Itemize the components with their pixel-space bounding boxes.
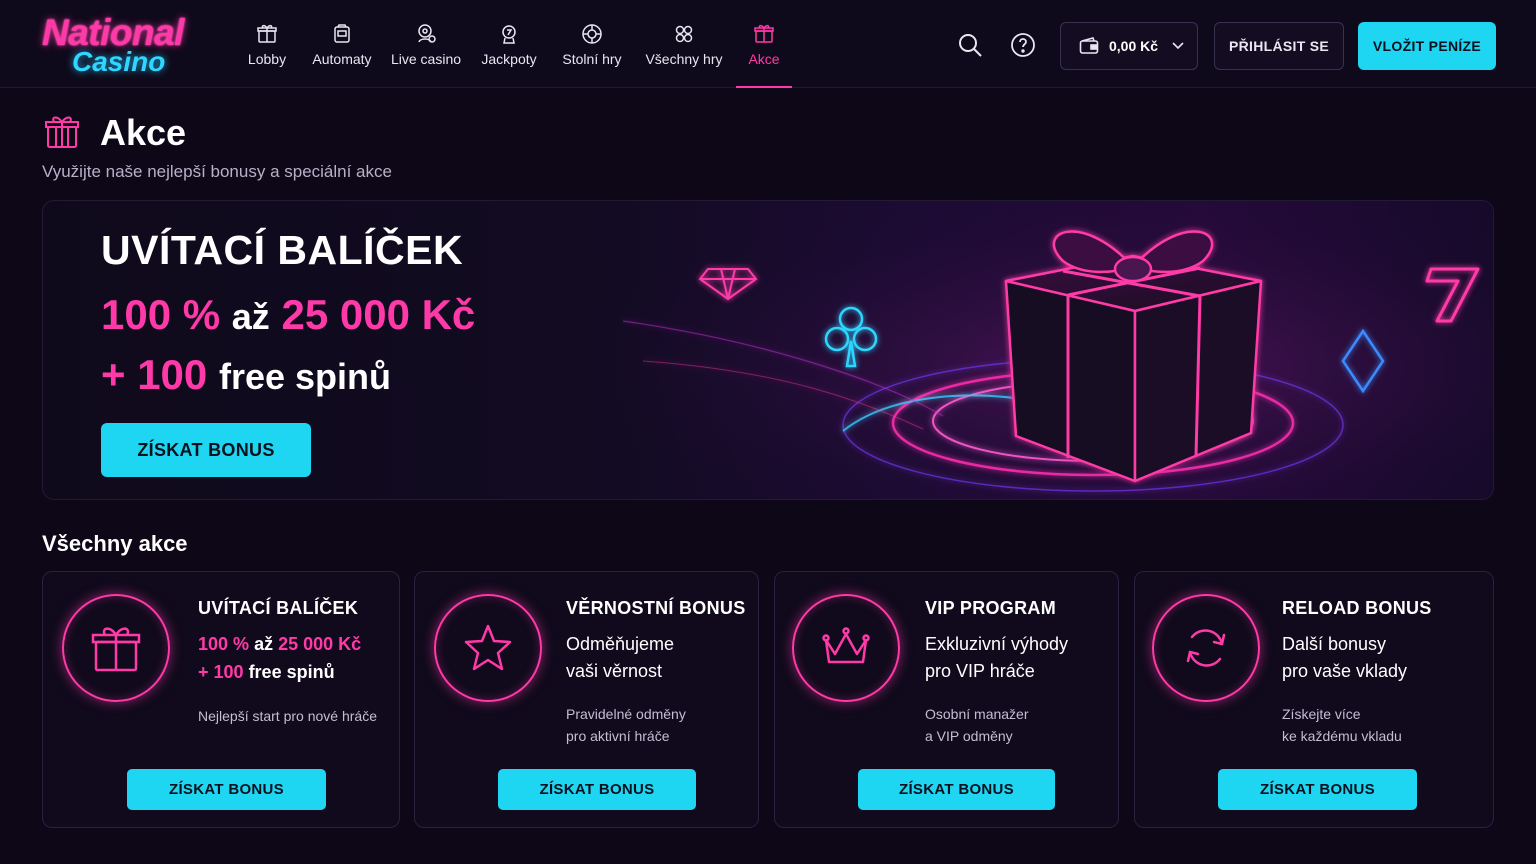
hero-heading: UVÍTACÍ BALÍČEK [101,227,464,273]
deposit-button[interactable]: VLOŽIT PENÍZE [1358,22,1496,70]
balance-value: 0,00 Kč [1109,38,1159,54]
card-offer-line-2: + 100 free spinů [198,662,335,683]
promo-card-reload: RELOAD BONUS Další bonusy pro vaše vklad… [1134,571,1494,828]
card-line-2: vaši věrnost [566,661,663,681]
card-description-1: Pravidelné odměny [566,706,686,722]
card-description-1: Nejlepší start pro nové hráče [198,708,377,724]
logo[interactable]: National Casino [40,12,200,77]
card-description-2: a VIP odměny [925,728,1013,744]
login-button[interactable]: PŘIHLÁSIT SE [1214,22,1344,70]
page-title: Akce [100,112,187,153]
hero-connector: až [231,296,270,337]
nav-label: Jackpoty [481,51,537,67]
crown-icon [822,627,870,664]
card-description-2: pro aktivní hráče [566,728,670,744]
nav-label: Lobby [247,51,287,67]
card-spins-count: + 100 [198,662,244,682]
logo-text-casino: Casino [72,46,166,77]
nav-label: Automaty [312,51,372,67]
hero-percent: 100 % [101,291,221,338]
card-title: RELOAD BONUS [1282,598,1432,618]
star-icon [464,624,512,671]
jackpot-icon [502,25,516,44]
card-icon-circle [1152,594,1260,702]
card-get-bonus-button[interactable]: ZÍSKAT BONUS [858,769,1055,810]
promo-card-welcome: UVÍTACÍ BALÍČEK 100 % až 25 000 Kč + 100… [42,571,400,828]
nav-item-vsechny-hry[interactable]: Všechny hry [632,0,736,88]
card-line-1: Exkluzivní výhody [925,634,1069,654]
search-icon[interactable] [957,32,983,58]
nav-label: Live casino [390,51,462,67]
card-title: VIP PROGRAM [925,598,1056,618]
card-get-bonus-button[interactable]: ZÍSKAT BONUS [498,769,696,810]
nav-item-lobby[interactable]: Lobby [236,0,298,88]
hero-get-bonus-button[interactable]: ZÍSKAT BONUS [101,423,311,477]
chip-icon [582,24,602,44]
gift-icon [91,627,141,672]
card-description-1: Osobní manažer [925,706,1029,722]
nav-label: Všechny hry [645,51,723,67]
nav-item-live-casino[interactable]: Live casino [386,0,466,88]
hero-spins-label: free spinů [218,356,391,397]
chevron-down-icon [1172,42,1184,50]
card-line-2: pro vaše vklady [1282,661,1408,681]
hero-amount: 25 000 Kč [281,291,476,338]
card-get-bonus-button[interactable]: ZÍSKAT BONUS [127,769,326,810]
gift-box-icon [257,24,277,43]
promo-card-vip: VIP PROGRAM Exkluzivní výhody pro VIP hr… [774,571,1119,828]
card-spins-label: free spinů [248,662,335,682]
page-subtitle: Využijte naše nejlepší bonusy a speciáln… [42,162,392,181]
card-offer-line-1: 100 % až 25 000 Kč [198,634,361,655]
hero-offer-line-2: + 100 free spinů [101,351,391,399]
hero-spins-count: + 100 [101,351,208,398]
card-title: VĚRNOSTNÍ BONUS [566,598,746,618]
card-icon-circle [62,594,170,702]
slot-machine-icon [334,24,350,43]
nav-item-automaty[interactable]: Automaty [298,0,386,88]
section-title: Všechny akce [42,531,188,556]
card-line-1: Odměňujeme [566,634,675,654]
wallet-icon [1079,37,1099,54]
card-line-1: Další bonusy [1282,634,1387,654]
hero-gift-illustration [563,201,1493,499]
top-header: National Casino Lobby Automaty Live casi… [0,0,1536,88]
promo-card-loyalty: VĚRNOSTNÍ BONUS Odměňujeme vaši věrnost … [414,571,759,828]
card-title: UVÍTACÍ BALÍČEK [198,598,359,618]
gift-icon [754,24,774,43]
card-connector: až [254,634,274,654]
card-amount: 25 000 Kč [278,634,362,654]
help-icon[interactable] [1010,32,1036,58]
card-description-1: Získejte více [1282,706,1361,722]
reload-icon [1186,629,1226,667]
nav-item-akce[interactable]: Akce [736,0,792,88]
grid-icon [675,25,693,43]
nav-item-stolni-hry[interactable]: Stolní hry [552,0,632,88]
card-percent: 100 % [198,634,250,654]
nav-label: Stolní hry [562,51,622,67]
nav-label: Akce [748,51,780,67]
card-icon-circle [792,594,900,702]
nav-item-jackpoty[interactable]: Jackpoty [466,0,552,88]
card-line-2: pro VIP hráče [925,661,1035,681]
main-nav: Lobby Automaty Live casino Jackpoty Stol… [236,0,792,88]
hero-banner: UVÍTACÍ BALÍČEK 100 % až 25 000 Kč + 100… [42,200,1494,500]
gift-icon [45,116,79,148]
card-get-bonus-button[interactable]: ZÍSKAT BONUS [1218,769,1417,810]
wallet-balance-dropdown[interactable]: 0,00 Kč [1060,22,1198,70]
live-dealer-icon [418,24,436,43]
card-icon-circle [434,594,542,702]
hero-offer-line-1: 100 % až 25 000 Kč [101,291,475,339]
card-description-2: ke každému vkladu [1282,728,1402,744]
